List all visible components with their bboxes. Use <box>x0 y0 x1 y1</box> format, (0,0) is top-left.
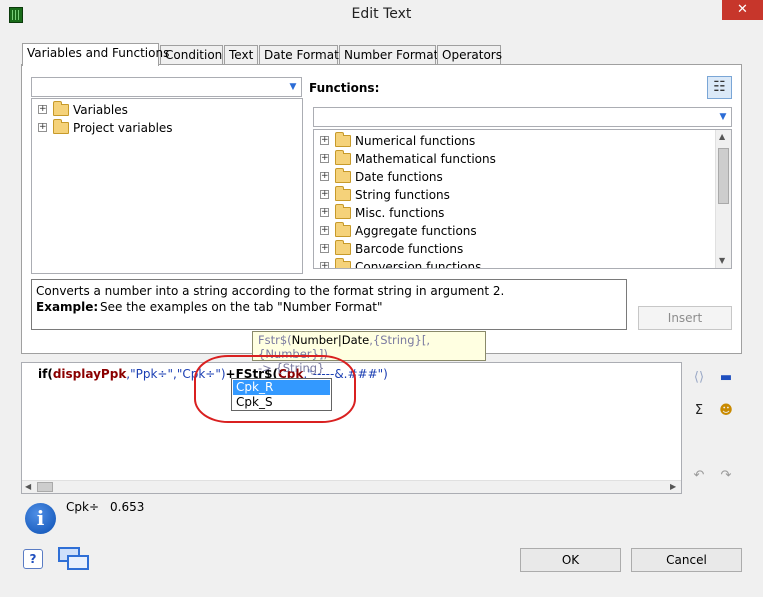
tab-date-format[interactable]: Date Format <box>259 45 339 65</box>
tree-item-label: Conversion functions <box>355 260 482 269</box>
scrollbar-thumb[interactable] <box>718 148 729 204</box>
functions-filter-combo[interactable]: ▼ <box>313 107 732 127</box>
hscrollbar-thumb[interactable] <box>37 482 53 492</box>
cancel-button[interactable]: Cancel <box>631 548 742 572</box>
annotation-ellipse <box>194 355 356 423</box>
tree-item-label: Aggregate functions <box>355 224 477 238</box>
tab-text[interactable]: Text <box>224 45 258 65</box>
functions-scrollbar[interactable]: ▲ ▼ <box>715 130 731 268</box>
scroll-up-icon[interactable]: ▲ <box>719 132 725 141</box>
tab-variables-and-functions[interactable]: Variables and Functions <box>22 43 169 66</box>
variables-filter-combo[interactable]: ▼ <box>31 77 302 97</box>
folder-icon <box>335 240 351 255</box>
users-icon[interactable]: ☻ <box>716 401 736 421</box>
tree-item-label: Numerical functions <box>355 134 476 148</box>
tree-item-barcode-functions[interactable]: + Barcode functions <box>314 240 714 258</box>
tree-item-aggregate-functions[interactable]: + Aggregate functions <box>314 222 714 240</box>
title-bar: Edit Text ✕ <box>0 0 763 31</box>
help-icon[interactable]: ? <box>23 549 43 569</box>
undo-icon[interactable]: ↶ <box>689 466 709 486</box>
scroll-down-icon[interactable]: ▼ <box>719 256 725 265</box>
tree-item-conversion-functions[interactable]: + Conversion functions <box>314 258 714 269</box>
tab-number-format[interactable]: Number Format <box>339 45 438 65</box>
expand-icon[interactable]: + <box>320 154 329 163</box>
tree-item-numerical-functions[interactable]: + Numerical functions <box>314 132 714 150</box>
tree-item-label: Misc. functions <box>355 206 445 220</box>
expand-icon[interactable]: + <box>320 208 329 217</box>
folder-icon <box>53 119 69 134</box>
tree-item-label: Variables <box>73 103 128 117</box>
scroll-left-icon[interactable]: ◀ <box>25 482 31 491</box>
result-value: 0.653 <box>110 500 145 514</box>
tree-item-project-variables[interactable]: + Project variables <box>32 119 302 137</box>
folder-icon <box>335 132 351 147</box>
tree-item-label: Barcode functions <box>355 242 464 256</box>
variables-tree[interactable]: + Variables + Project variables <box>31 98 303 274</box>
ok-button[interactable]: OK <box>520 548 621 572</box>
folder-icon <box>335 204 351 219</box>
description-example: Example: See the examples on the tab "Num… <box>36 299 622 315</box>
windows-icon[interactable] <box>58 547 90 571</box>
function-description: Converts a number into a string accordin… <box>31 279 627 330</box>
tree-item-label: Mathematical functions <box>355 152 496 166</box>
tooltip-prefix: Fstr$( <box>258 333 292 347</box>
view-toggle-button[interactable]: ☷ <box>707 76 732 99</box>
tab-operators[interactable]: Operators <box>437 45 502 65</box>
expand-icon[interactable]: + <box>320 172 329 181</box>
redo-icon[interactable]: ↷ <box>716 466 736 486</box>
tab-condition[interactable]: Condition <box>160 45 223 65</box>
scroll-right-icon[interactable]: ▶ <box>670 482 676 491</box>
list-view-icon: ☷ <box>713 79 726 95</box>
tree-item-date-functions[interactable]: + Date functions <box>314 168 714 186</box>
tooltip-current-arg: Number|Date <box>291 333 370 347</box>
tree-item-label: String functions <box>355 188 450 202</box>
description-text: Converts a number into a string accordin… <box>36 284 505 298</box>
expand-icon[interactable]: + <box>38 105 47 114</box>
folder-icon <box>335 186 351 201</box>
folder-icon <box>53 101 69 116</box>
expand-icon[interactable]: + <box>320 226 329 235</box>
tree-item-mathematical-functions[interactable]: + Mathematical functions <box>314 150 714 168</box>
tree-item-variables[interactable]: + Variables <box>32 101 302 119</box>
example-text: See the examples on the tab "Number Form… <box>100 300 383 314</box>
folder-icon <box>335 258 351 268</box>
tree-item-misc-functions[interactable]: + Misc. functions <box>314 204 714 222</box>
expand-icon[interactable]: + <box>38 123 47 132</box>
chevron-down-icon[interactable]: ▼ <box>717 111 729 123</box>
wrap-brackets-icon[interactable]: ⟨⟩ <box>689 368 709 388</box>
chevron-down-icon[interactable]: ▼ <box>287 81 299 93</box>
expand-icon[interactable]: + <box>320 190 329 199</box>
insert-button[interactable]: Insert <box>638 306 732 330</box>
code-variable: displayPpk <box>52 367 127 381</box>
example-label: Example: <box>36 300 99 314</box>
functions-tree[interactable]: + Numerical functions + Mathematical fun… <box>313 129 732 269</box>
editor-hscrollbar[interactable]: ◀ ▶ <box>22 480 681 493</box>
folder-icon <box>335 150 351 165</box>
expand-icon[interactable]: + <box>320 136 329 145</box>
result-label: Cpk÷ <box>66 500 99 514</box>
tree-item-label: Date functions <box>355 170 443 184</box>
expand-icon[interactable]: + <box>320 262 329 268</box>
code-if: if( <box>38 367 53 381</box>
tree-item-label: Project variables <box>73 121 173 135</box>
keyboard-icon[interactable]: ▬ <box>716 368 736 388</box>
functions-heading: Functions: <box>309 81 380 95</box>
expand-icon[interactable]: + <box>320 244 329 253</box>
tree-item-string-functions[interactable]: + String functions <box>314 186 714 204</box>
window-title: Edit Text <box>351 6 412 22</box>
close-button[interactable]: ✕ <box>722 0 763 20</box>
folder-icon <box>335 168 351 183</box>
folder-icon <box>335 222 351 237</box>
sum-icon[interactable]: Σ <box>689 401 709 421</box>
info-icon: i <box>25 503 56 534</box>
